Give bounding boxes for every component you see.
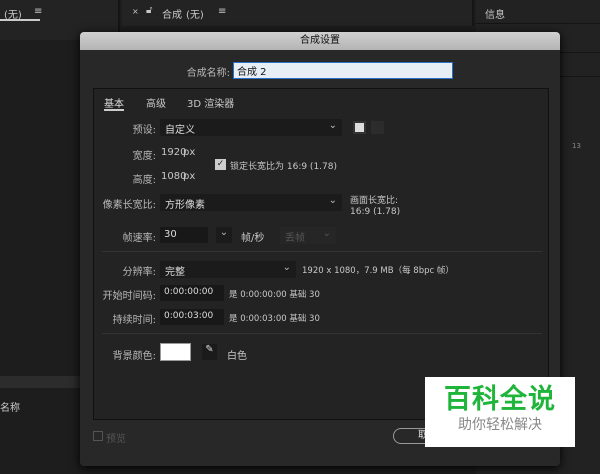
watermark-subtitle: 助你轻松解决 bbox=[458, 417, 542, 433]
fps-label: 帧速率: bbox=[122, 233, 156, 244]
comp-tab-none: (无) bbox=[186, 10, 204, 21]
pixel-aspect-label: 像素长宽比: bbox=[102, 200, 156, 211]
lock-aspect-checkbox[interactable]: ✓ bbox=[215, 159, 226, 170]
chevron-down-icon: ⌄ bbox=[328, 195, 337, 206]
drop-frame-value: 丢帧 bbox=[285, 233, 305, 244]
name-label: 合成名称: bbox=[186, 68, 230, 79]
lock-aspect-label: 锁定长宽比为 16:9 (1.78) bbox=[230, 162, 337, 172]
watermark-title: 百科全说 bbox=[444, 384, 556, 415]
chevron-down-icon: ⌄ bbox=[322, 228, 331, 239]
fps-dropdown-button[interactable]: ⌄ bbox=[216, 227, 232, 243]
width-label: 宽度: bbox=[132, 151, 156, 162]
lock-icon[interactable]: 🔓︎ bbox=[146, 5, 152, 16]
divider bbox=[102, 333, 542, 334]
info-panel-title: 信息 bbox=[485, 10, 505, 21]
comp-name-input[interactable] bbox=[233, 62, 453, 79]
resolution-info: 1920 x 1080，7.9 MB（每 8bpc 帧） bbox=[302, 266, 454, 276]
preset-label: 预设: bbox=[132, 125, 156, 136]
duration-label: 持续时间: bbox=[112, 315, 156, 326]
preview-checkbox[interactable] bbox=[93, 431, 103, 441]
bg-color-name: 白色 bbox=[227, 351, 247, 362]
tab-3d-renderer[interactable]: 3D 渲染器 bbox=[187, 95, 234, 110]
preset-dropdown[interactable]: 自定义 ⌄ bbox=[160, 119, 342, 136]
chevron-down-icon: ⌄ bbox=[328, 120, 337, 131]
comp-panel-header: × 🔓︎ 合成 (无) ≡ bbox=[122, 0, 474, 26]
bg-color-label: 背景颜色: bbox=[112, 351, 156, 362]
name-column-header: 名称 bbox=[0, 403, 20, 414]
tab-basic[interactable]: 基本 bbox=[104, 95, 124, 110]
pixel-aspect-dropdown[interactable]: 方形像素 ⌄ bbox=[160, 194, 342, 211]
fps-unit: 帧/秒 bbox=[241, 233, 265, 244]
comp-tab-label[interactable]: 合成 bbox=[162, 6, 182, 21]
save-preset-icon[interactable] bbox=[353, 121, 366, 134]
resolution-dropdown[interactable]: 完整 ⌄ bbox=[160, 261, 296, 278]
resolution-value: 完整 bbox=[165, 267, 185, 278]
preview-label: 预览 bbox=[106, 434, 126, 445]
bg-color-swatch[interactable] bbox=[160, 343, 191, 361]
divider bbox=[102, 251, 542, 252]
start-timecode-input[interactable]: 0:00:00:00 bbox=[160, 285, 224, 301]
dialog-title-bar[interactable]: 合成设置 bbox=[80, 32, 560, 50]
start-timecode-label: 开始时间码: bbox=[102, 291, 156, 302]
height-label: 高度: bbox=[132, 175, 156, 186]
dialog-title: 合成设置 bbox=[300, 35, 340, 46]
side-number: 13 bbox=[572, 142, 581, 150]
close-icon[interactable]: × bbox=[132, 7, 139, 16]
delete-preset-icon[interactable] bbox=[371, 121, 384, 134]
preset-value: 自定义 bbox=[165, 125, 195, 136]
resolution-label: 分辨率: bbox=[122, 267, 156, 278]
frame-aspect-value: 16:9 (1.78) bbox=[350, 207, 401, 217]
menu-icon[interactable]: ≡ bbox=[34, 6, 42, 17]
fps-input[interactable]: 30 bbox=[160, 227, 208, 243]
height-unit: px bbox=[183, 171, 196, 182]
menu-icon[interactable]: ≡ bbox=[218, 6, 226, 17]
width-unit: px bbox=[183, 147, 196, 158]
eyedropper-icon[interactable]: ✎ bbox=[202, 344, 217, 360]
watermark-logo: 百科全说 助你轻松解决 bbox=[425, 377, 575, 447]
drop-frame-dropdown[interactable]: 丢帧 ⌄ bbox=[280, 227, 336, 244]
pixel-aspect-value: 方形像素 bbox=[165, 200, 205, 211]
duration-input[interactable]: 0:00:03:00 bbox=[160, 309, 224, 325]
settings-panel: 基本 高级 3D 渲染器 预设: 自定义 ⌄ 宽度: 1920 px 高度: 10… bbox=[93, 88, 549, 420]
start-timecode-info: 是 0:00:00:00 基础 30 bbox=[229, 290, 320, 300]
frame-aspect-label: 画面长宽比: bbox=[350, 196, 399, 206]
chevron-down-icon: ⌄ bbox=[282, 262, 291, 273]
duration-info: 是 0:00:03:00 基础 30 bbox=[229, 314, 320, 324]
tab-advanced[interactable]: 高级 bbox=[146, 95, 166, 110]
project-panel-bar bbox=[0, 376, 80, 388]
